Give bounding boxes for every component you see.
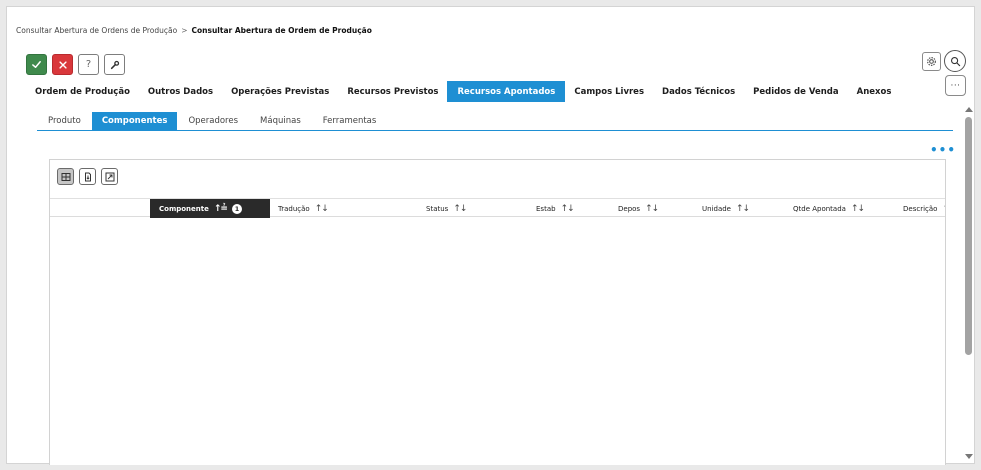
column-header-unidade[interactable]: Unidade ↑↓ [702, 199, 750, 218]
tab-dados-tecnicos[interactable]: Dados Técnicos [653, 81, 744, 102]
column-label: Componente [159, 204, 209, 213]
tab-recursos-apontados[interactable]: Recursos Apontados [447, 81, 566, 102]
breadcrumb-separator: > [181, 26, 188, 35]
sort-icon: ↑↓ [560, 203, 575, 214]
column-label: Qtde Apontada [793, 204, 846, 213]
grid-header: Componente ↑≟ 1 Tradução ↑↓ Status ↑↓ Es… [50, 198, 945, 218]
column-header-estab[interactable]: Estab ↑↓ [536, 199, 575, 218]
scroll-up-arrow-icon[interactable] [965, 107, 973, 112]
more-options-button[interactable]: ··· [945, 75, 966, 96]
close-icon [58, 60, 67, 69]
scroll-down-arrow-icon[interactable] [965, 454, 973, 459]
gear-icon [927, 56, 936, 66]
column-label: Depos [618, 204, 641, 213]
breadcrumb: Consultar Abertura de Ordens de Produção… [16, 26, 372, 35]
grid-menu-button[interactable]: ••• [930, 144, 956, 156]
column-header-traducao[interactable]: Tradução ↑↓ [278, 199, 329, 218]
cancel-button[interactable] [52, 54, 73, 75]
subtab-maquinas[interactable]: Máquinas [249, 112, 312, 130]
export-button[interactable] [79, 168, 96, 185]
main-tabs: Ordem de Produção Outros Dados Operações… [27, 81, 900, 102]
sort-icon: ↑↓ [314, 203, 329, 214]
breadcrumb-current: Consultar Abertura de Ordem de Produção [191, 26, 372, 35]
grid-view-icon [61, 172, 70, 181]
wrench-icon [110, 60, 119, 69]
scrollbar-thumb[interactable] [965, 117, 972, 355]
column-label: Status [426, 204, 449, 213]
sort-icon: ↑↓ [850, 203, 865, 214]
sorted-asc-icon: ↑≟ [213, 203, 228, 214]
column-label: Descrição [903, 204, 938, 213]
export-file-icon [84, 172, 91, 181]
sort-icon: ↑↓ [453, 203, 467, 214]
column-header-descricao[interactable]: Descrição ↑↓ [903, 199, 945, 218]
tab-ordem-de-producao[interactable]: Ordem de Produção [27, 81, 139, 102]
subtab-produto[interactable]: Produto [37, 112, 92, 130]
sub-tabs: Produto Componentes Operadores Máquinas … [37, 112, 953, 131]
column-header-status[interactable]: Status ↑↓ [426, 199, 467, 218]
check-icon [32, 61, 41, 68]
app-window: Consultar Abertura de Ordens de Produção… [6, 6, 976, 465]
column-header-componente[interactable]: Componente ↑≟ 1 [150, 199, 270, 218]
confirm-button[interactable] [26, 54, 47, 75]
subtab-operadores[interactable]: Operadores [177, 112, 249, 130]
tab-anexos[interactable]: Anexos [848, 81, 901, 102]
subtab-componentes[interactable]: Componentes [91, 112, 178, 130]
help-button[interactable]: ? [78, 54, 99, 75]
breadcrumb-parent[interactable]: Consultar Abertura de Ordens de Produção [16, 26, 177, 35]
action-toolbar: ? [26, 54, 125, 75]
column-label: Unidade [702, 204, 731, 213]
expand-icon [105, 172, 114, 181]
tools-button[interactable] [104, 54, 125, 75]
tab-pedidos-de-venda[interactable]: Pedidos de Venda [744, 81, 848, 102]
tab-recursos-previstos[interactable]: Recursos Previstos [338, 81, 447, 102]
components-grid: Componente ↑≟ 1 Tradução ↑↓ Status ↑↓ Es… [49, 159, 946, 465]
sort-icon: ↑↓ [645, 203, 659, 214]
help-label: ? [85, 59, 92, 70]
column-header-depos[interactable]: Depos ↑↓ [618, 199, 659, 218]
tab-operacoes-previstas[interactable]: Operações Previstas [222, 81, 338, 102]
column-header-qtde-apontada[interactable]: Qtde Apontada ↑↓ [793, 199, 865, 218]
grid-toolbar [57, 168, 118, 185]
tab-outros-dados[interactable]: Outros Dados [139, 81, 222, 102]
search-button[interactable] [944, 50, 966, 72]
column-label: Tradução [278, 204, 310, 213]
more-icon: ··· [950, 80, 961, 91]
header-tools [922, 50, 966, 72]
settings-button[interactable] [922, 51, 941, 71]
column-label: Estab [536, 204, 556, 213]
search-icon [950, 56, 960, 66]
sort-icon: ↑↓ [942, 204, 945, 214]
tab-campos-livres[interactable]: Campos Livres [565, 81, 653, 102]
sort-order-badge: 1 [231, 203, 242, 214]
subtab-ferramentas[interactable]: Ferramentas [312, 112, 388, 130]
grid-view-button[interactable] [57, 168, 74, 185]
vertical-scrollbar[interactable] [962, 103, 976, 463]
sort-icon: ↑↓ [736, 203, 750, 214]
expand-button[interactable] [101, 168, 118, 185]
